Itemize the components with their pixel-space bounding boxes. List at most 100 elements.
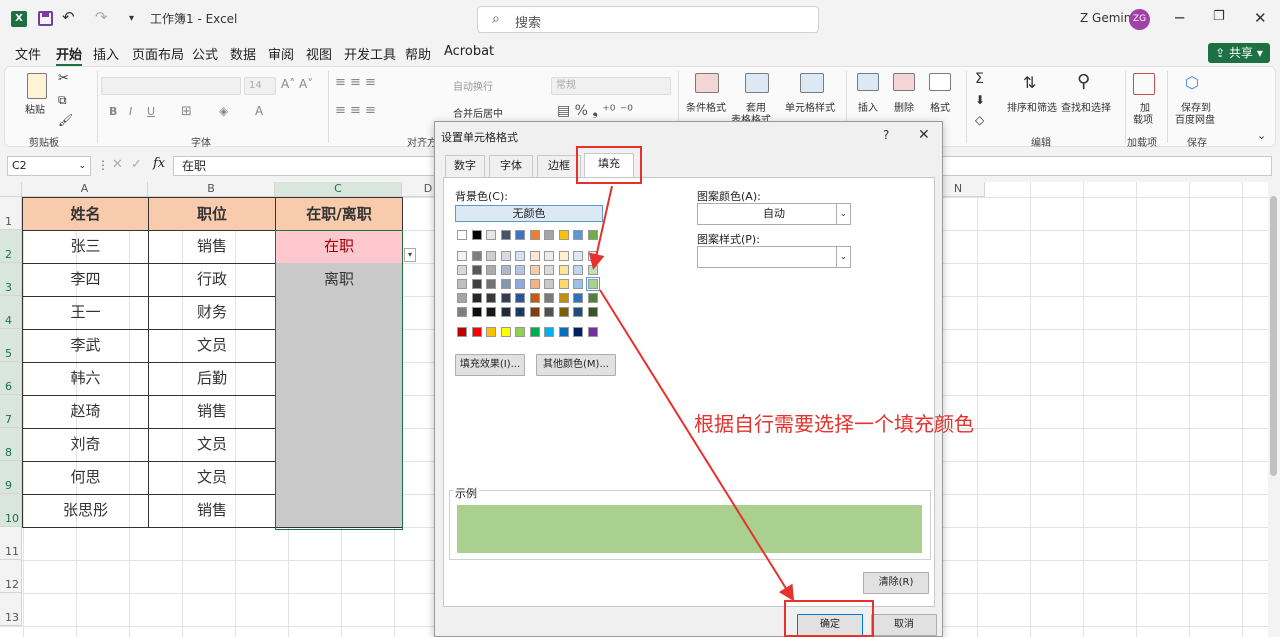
color-swatch[interactable]: [515, 279, 525, 289]
bold-icon[interactable]: B: [109, 105, 117, 118]
confirm-edit-icon[interactable]: ✓: [131, 157, 142, 172]
clear-button[interactable]: 清除(R): [863, 572, 929, 594]
find-select-label[interactable]: 查找和选择: [1061, 99, 1111, 114]
table-cell[interactable]: 后勤: [149, 362, 276, 396]
column-header-c[interactable]: C: [275, 182, 402, 197]
color-swatch-standard[interactable]: [515, 327, 525, 337]
color-swatch-standard[interactable]: [558, 327, 569, 337]
menu-page-layout[interactable]: 页面布局: [132, 44, 184, 63]
color-swatch[interactable]: [558, 293, 569, 303]
color-swatch[interactable]: [471, 293, 482, 303]
row-header[interactable]: 8: [0, 428, 22, 461]
font-size-combo[interactable]: 14: [244, 77, 276, 95]
redo-icon[interactable]: ↷: [95, 8, 108, 26]
color-swatch[interactable]: [573, 307, 583, 317]
row-header[interactable]: 6: [0, 362, 22, 395]
align-left-icon[interactable]: ≡ ≡ ≡: [335, 103, 376, 118]
color-swatch[interactable]: [457, 230, 467, 240]
color-swatch[interactable]: [471, 265, 482, 275]
baidu-netdisk-icon[interactable]: ⬡: [1185, 73, 1199, 92]
fill-icon[interactable]: ⬇: [975, 93, 985, 107]
border-icon[interactable]: ⊞: [181, 104, 192, 119]
color-swatch[interactable]: [573, 230, 583, 240]
format-cells-label[interactable]: 格式: [930, 99, 950, 114]
clear-icon[interactable]: ◇: [975, 113, 984, 127]
menu-data[interactable]: 数据: [230, 44, 256, 63]
color-swatch[interactable]: [529, 230, 540, 240]
collapse-ribbon-icon[interactable]: ⌄: [1257, 129, 1266, 142]
copy-icon[interactable]: ⧉: [58, 93, 67, 108]
color-swatch[interactable]: [500, 307, 511, 317]
color-swatch[interactable]: [471, 230, 482, 240]
sort-filter-icon[interactable]: ⇅: [1023, 73, 1036, 92]
color-swatch[interactable]: [471, 251, 482, 261]
tab-font[interactable]: 字体: [489, 155, 533, 177]
delete-cells-label[interactable]: 删除: [894, 99, 914, 114]
color-swatch[interactable]: [515, 251, 525, 261]
minimize-icon[interactable]: ─: [1175, 9, 1184, 27]
color-swatch[interactable]: [486, 293, 496, 303]
menu-review[interactable]: 审阅: [268, 44, 294, 63]
close-window-icon[interactable]: ✕: [1254, 9, 1267, 27]
color-swatch-standard[interactable]: [500, 327, 511, 337]
number-format-combo[interactable]: 常规: [551, 77, 671, 95]
color-swatch[interactable]: [558, 307, 569, 317]
color-swatch[interactable]: [587, 251, 598, 261]
color-swatch[interactable]: [558, 230, 569, 240]
color-swatch[interactable]: [529, 265, 540, 275]
row-header[interactable]: 12: [0, 560, 22, 593]
no-color-button[interactable]: 无颜色: [455, 205, 603, 222]
row-header[interactable]: 11: [0, 527, 22, 560]
color-swatch[interactable]: [486, 279, 496, 289]
row-header[interactable]: 5: [0, 329, 22, 362]
close-icon[interactable]: ✕: [918, 127, 930, 143]
table-cell[interactable]: 文员: [149, 461, 276, 495]
table-cell[interactable]: 张思彤: [22, 494, 149, 528]
table-cell[interactable]: 行政: [149, 263, 276, 297]
color-swatch[interactable]: [486, 251, 496, 261]
addins-label-2[interactable]: 载项: [1133, 111, 1153, 126]
color-swatch-standard[interactable]: [486, 327, 496, 337]
conditional-format-icon[interactable]: [695, 73, 719, 93]
save-icon[interactable]: [38, 11, 53, 26]
table-cell[interactable]: 刘奇: [22, 428, 149, 462]
cancel-button[interactable]: 取消: [871, 614, 937, 636]
row-header[interactable]: 13: [0, 593, 22, 626]
color-swatch[interactable]: [457, 279, 467, 289]
table-cell[interactable]: 张三: [22, 230, 149, 264]
color-swatch[interactable]: [544, 307, 554, 317]
color-swatch[interactable]: [587, 307, 598, 317]
color-swatch-standard[interactable]: [587, 327, 598, 337]
user-name[interactable]: Z Gemini: [1080, 11, 1135, 25]
color-swatch[interactable]: [515, 265, 525, 275]
format-cells-icon[interactable]: [929, 73, 951, 91]
sort-filter-label[interactable]: 排序和筛选: [1007, 99, 1057, 114]
color-swatch[interactable]: [587, 230, 598, 240]
color-swatch[interactable]: [558, 265, 569, 275]
addins-icon[interactable]: [1133, 73, 1155, 95]
color-swatch-standard[interactable]: [544, 327, 554, 337]
color-swatch[interactable]: [457, 293, 467, 303]
color-swatch[interactable]: [529, 251, 540, 261]
table-cell[interactable]: 王一: [22, 296, 149, 330]
wrap-text-button[interactable]: 自动换行: [453, 78, 493, 93]
insert-cells-icon[interactable]: [857, 73, 879, 91]
color-swatch[interactable]: [457, 265, 467, 275]
table-cell[interactable]: 销售: [149, 395, 276, 429]
color-swatch[interactable]: [573, 279, 583, 289]
color-swatch[interactable]: [486, 265, 496, 275]
restore-icon[interactable]: ❐: [1213, 9, 1225, 24]
color-swatch[interactable]: [587, 293, 598, 303]
avatar[interactable]: ZG: [1129, 9, 1150, 30]
table-header-cell[interactable]: 姓名: [22, 197, 149, 231]
save-netdisk-label-2[interactable]: 百度网盘: [1175, 111, 1215, 126]
color-swatch[interactable]: [544, 265, 554, 275]
share-button[interactable]: ⇪ 共享 ▾: [1208, 43, 1270, 63]
menu-developer[interactable]: 开发工具: [344, 44, 396, 63]
color-swatch[interactable]: [558, 251, 569, 261]
row-header[interactable]: 10: [0, 494, 22, 527]
color-swatch[interactable]: [544, 230, 554, 240]
font-name-combo[interactable]: [101, 77, 241, 95]
cell-style-icon[interactable]: [800, 73, 824, 93]
select-all-corner[interactable]: [0, 182, 22, 197]
